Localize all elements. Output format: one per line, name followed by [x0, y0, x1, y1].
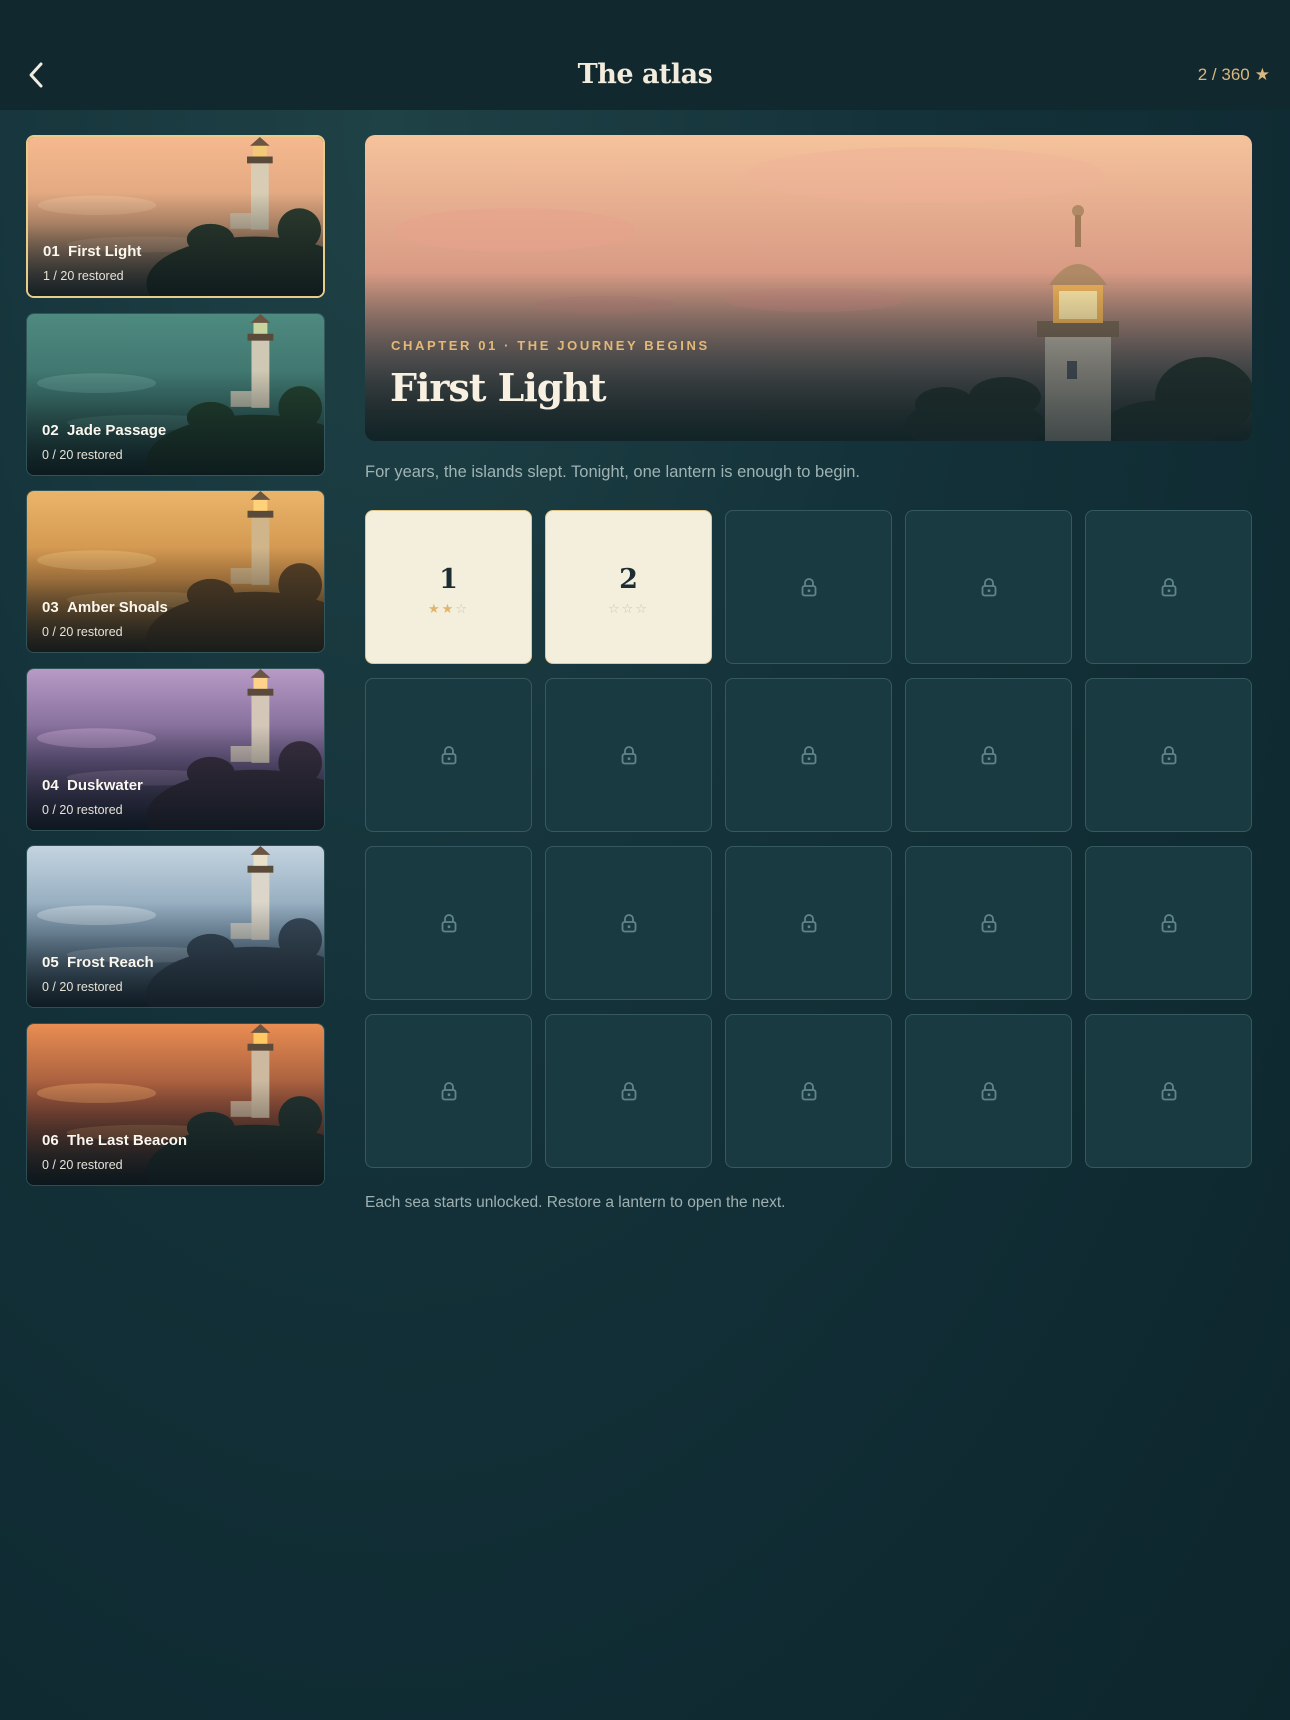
lock-icon: [441, 914, 456, 933]
level-stars: ★★☆: [428, 601, 469, 617]
star-counter: 2 / 360 ★: [1198, 62, 1270, 88]
level-number: 1: [439, 563, 458, 595]
locked-level-tile[interactable]: [545, 1014, 712, 1168]
lock-icon: [1161, 914, 1176, 933]
chapter-title: First Light: [390, 365, 607, 410]
lock-icon: [441, 746, 456, 765]
footer-note: Each sea starts unlocked. Restore a lant…: [365, 1194, 786, 1211]
sea-title: The Last Beacon: [67, 1131, 188, 1149]
lock-icon: [801, 746, 816, 765]
sea-progress: 0 / 20 restored: [42, 625, 123, 639]
lock-icon: [1161, 746, 1176, 765]
sea-title: Frost Reach: [67, 954, 154, 971]
sea-title: Duskwater: [67, 776, 143, 794]
lock-icon: [981, 746, 996, 765]
sea-progress: 0 / 20 restored: [42, 447, 123, 462]
locked-level-tile[interactable]: [725, 1014, 892, 1168]
sea-name: 02 Jade Passage: [42, 422, 166, 439]
chapter-intro: For years, the islands slept. Tonight, o…: [365, 463, 861, 481]
level-number: 2: [619, 563, 638, 595]
sea-card[interactable]: 02 Jade Passage 0 / 20 restored: [26, 312, 325, 476]
star-icon: ☆: [608, 600, 622, 616]
lock-icon: [621, 914, 636, 933]
locked-level-tile[interactable]: [905, 510, 1072, 664]
sea-card[interactable]: 06 The Last Beacon 0 / 20 restored: [26, 1022, 325, 1186]
sea-number: 06: [42, 1131, 59, 1149]
locked-level-tile[interactable]: [725, 846, 892, 1000]
lock-icon: [981, 914, 996, 933]
lock-icon: [801, 914, 816, 933]
star-icon: ☆: [635, 600, 649, 616]
lock-icon: [441, 1082, 456, 1101]
star-icon: ★: [1254, 65, 1270, 84]
lock-icon: [1161, 578, 1176, 597]
locked-level-tile[interactable]: [1085, 846, 1252, 1000]
locked-level-tile[interactable]: [725, 678, 892, 832]
lock-icon: [981, 578, 996, 597]
star-icon: ★: [428, 600, 442, 616]
sea-title: First Light: [68, 243, 142, 260]
locked-level-tile[interactable]: [905, 678, 1072, 832]
sea-card[interactable]: 03 Amber Shoals 0 / 20 restored: [26, 490, 325, 653]
lock-icon: [801, 578, 816, 597]
top-bar: The atlas 2 / 360 ★: [0, 0, 1290, 110]
locked-level-tile[interactable]: [1085, 1014, 1252, 1168]
lock-icon: [981, 1082, 996, 1101]
sea-title: Amber Shoals: [67, 599, 168, 616]
star-icon: ★: [441, 600, 456, 616]
sea-number: 01: [43, 243, 60, 260]
sea-number: 05: [42, 954, 59, 971]
sea-list: 01 First Light 1 / 20 restored 02 Jade P…: [26, 135, 325, 1200]
sea-name: 06 The Last Beacon: [42, 1132, 187, 1149]
sea-name: 04 Duskwater: [42, 777, 143, 794]
level-grid: 1 ★★☆ 2 ☆☆☆: [365, 510, 1252, 1168]
chapter-hero: CHAPTER 01 · THE JOURNEY BEGINS First Li…: [365, 135, 1252, 441]
level-stars: ☆☆☆: [608, 601, 649, 617]
locked-level-tile[interactable]: [545, 678, 712, 832]
level-tile[interactable]: 2 ☆☆☆: [545, 510, 712, 664]
locked-level-tile[interactable]: [365, 1014, 532, 1168]
sea-progress: 0 / 20 restored: [42, 1157, 123, 1172]
sea-name: 05 Frost Reach: [42, 954, 154, 971]
level-tile[interactable]: 1 ★★☆: [365, 510, 532, 664]
sea-progress: 0 / 20 restored: [42, 802, 123, 817]
locked-level-tile[interactable]: [905, 1014, 1072, 1168]
sea-progress: 1 / 20 restored: [43, 269, 124, 283]
sea-name: 03 Amber Shoals: [42, 599, 168, 616]
star-icon: ☆: [455, 600, 469, 616]
locked-level-tile[interactable]: [365, 846, 532, 1000]
locked-level-tile[interactable]: [905, 846, 1072, 1000]
sea-progress: 0 / 20 restored: [42, 980, 123, 994]
page-title: The atlas: [577, 59, 713, 90]
chapter-kicker: CHAPTER 01 · THE JOURNEY BEGINS: [391, 338, 710, 353]
lock-icon: [621, 1082, 636, 1101]
lock-icon: [1161, 1082, 1176, 1101]
locked-level-tile[interactable]: [545, 846, 712, 1000]
locked-level-tile[interactable]: [1085, 678, 1252, 832]
sea-name: 01 First Light: [43, 243, 141, 260]
sea-number: 04: [42, 776, 59, 794]
locked-level-tile[interactable]: [1085, 510, 1252, 664]
sea-number: 02: [42, 421, 59, 439]
sea-card[interactable]: 01 First Light 1 / 20 restored: [26, 135, 325, 298]
star-count-value: 2 / 360: [1197, 65, 1250, 84]
star-icon: ☆: [621, 600, 636, 616]
lock-icon: [621, 746, 636, 765]
sea-title: Jade Passage: [67, 421, 167, 439]
locked-level-tile[interactable]: [725, 510, 892, 664]
sea-card[interactable]: 04 Duskwater 0 / 20 restored: [26, 667, 325, 831]
locked-level-tile[interactable]: [365, 678, 532, 832]
sea-number: 03: [42, 599, 59, 616]
lock-icon: [801, 1082, 816, 1101]
sea-card[interactable]: 05 Frost Reach 0 / 20 restored: [26, 845, 325, 1008]
